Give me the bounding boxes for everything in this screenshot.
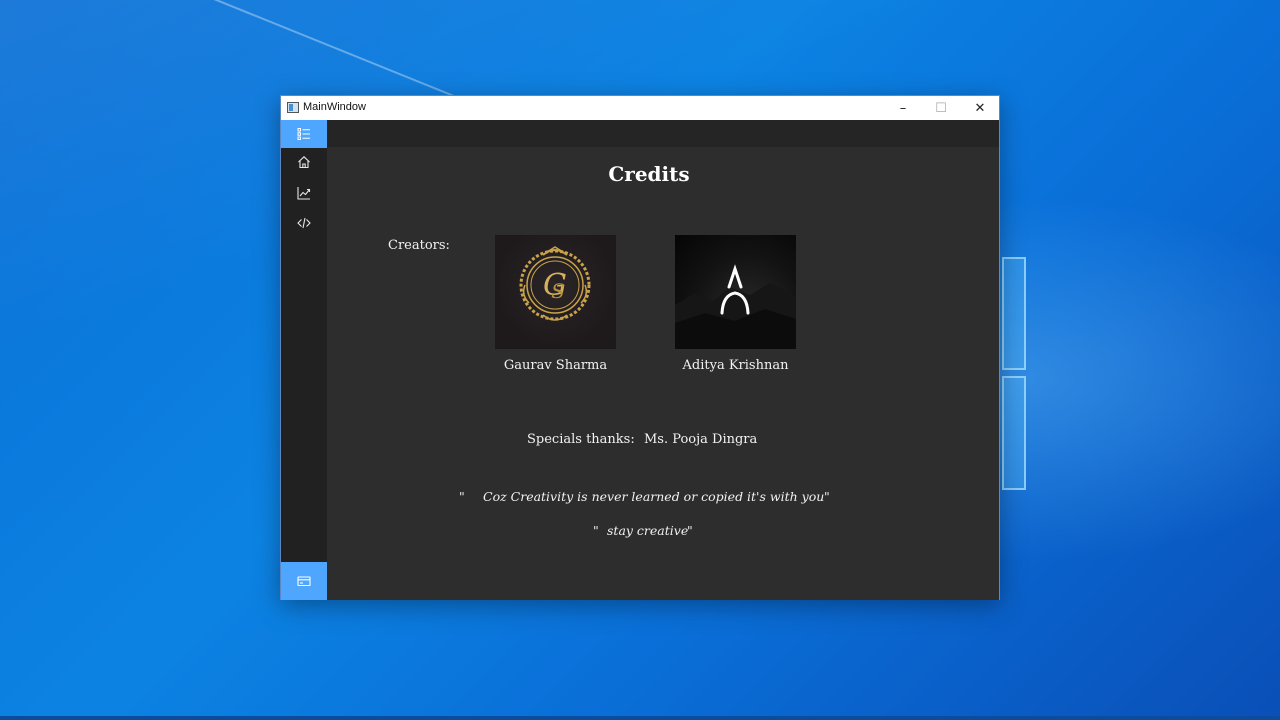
chart-icon xyxy=(297,187,311,200)
content-area: Credits Creators: G S Gaurav Sharma Adit… xyxy=(327,120,999,600)
main-window: MainWindow – ☐ ✕ Credits Creators: G S G… xyxy=(280,95,1000,600)
tagline-close-mark: " xyxy=(687,523,693,538)
creators-label: Creators: xyxy=(388,238,450,253)
creator-card: G S Gaurav Sharma xyxy=(495,235,616,373)
quote-text: Coz Creativity is never learned or copie… xyxy=(483,489,825,504)
creator-name: Gaurav Sharma xyxy=(503,358,608,373)
a-mountain-logo xyxy=(675,235,796,349)
title-bar[interactable]: MainWindow – ☐ ✕ xyxy=(281,96,999,120)
code-icon xyxy=(297,217,311,229)
gold-monogram-logo: G S xyxy=(495,235,616,349)
sidebar-item-menu[interactable] xyxy=(281,120,327,148)
sidebar-item-analytics[interactable] xyxy=(281,179,327,207)
card-icon xyxy=(297,576,311,587)
creator-card: Aditya Krishnan xyxy=(675,235,796,373)
special-thanks-name: Ms. Pooja Dingra xyxy=(644,432,758,447)
sidebar-item-credits[interactable] xyxy=(281,562,327,600)
close-button[interactable]: ✕ xyxy=(961,96,999,120)
list-icon xyxy=(297,128,310,140)
header-strip xyxy=(327,120,999,147)
special-thanks-label: Specials thanks: xyxy=(527,432,635,447)
quote-open-mark: " xyxy=(459,489,465,504)
svg-text:S: S xyxy=(551,279,565,303)
window-title: MainWindow xyxy=(303,101,366,113)
page-title: Credits xyxy=(608,162,690,186)
sidebar-item-home[interactable] xyxy=(281,148,327,176)
maximize-button[interactable]: ☐ xyxy=(922,96,960,120)
sidebar-item-code[interactable] xyxy=(281,209,327,237)
taskbar-edge xyxy=(0,716,1280,720)
creator-name: Aditya Krishnan xyxy=(682,358,789,373)
minimize-button[interactable]: – xyxy=(884,96,922,120)
sidebar xyxy=(281,120,327,600)
app-icon xyxy=(287,102,299,113)
windows-logo-pane xyxy=(1002,257,1026,370)
home-icon xyxy=(298,156,310,169)
windows-logo-pane xyxy=(1002,376,1026,490)
quote-close-mark: " xyxy=(824,489,830,504)
tagline-open-mark: " xyxy=(593,523,599,538)
tagline-text: stay creative xyxy=(607,523,689,538)
